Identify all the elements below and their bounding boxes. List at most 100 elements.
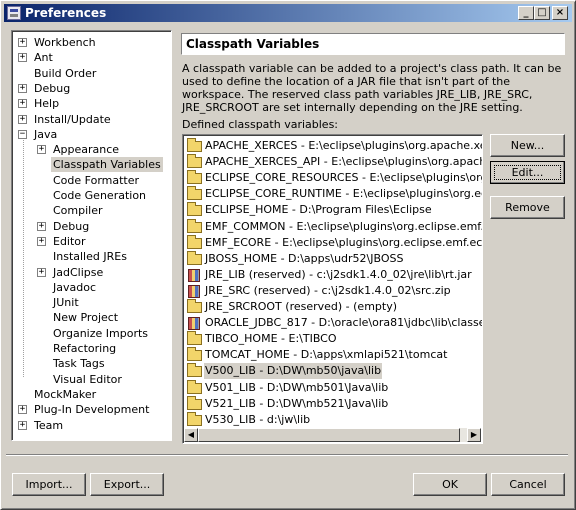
expand-icon[interactable]: + [18,38,27,47]
variable-text: ECLIPSE_HOME - D:\Program Files\Eclipse [205,203,432,217]
tree-item-label: Debug [53,219,90,233]
page-title: Classpath Variables [186,37,320,51]
folder-icon [187,218,202,233]
jar-icon [188,317,200,331]
scroll-thumb[interactable] [198,428,460,442]
tree-item-label: MockMaker [34,387,97,401]
close-button[interactable]: × [552,6,568,20]
variable-row[interactable]: TOMCAT_HOME - D:\apps\xmlapi521\tomcat [185,347,482,363]
scroll-left-icon[interactable]: ◀ [184,428,198,442]
jar-icon [188,268,200,282]
variable-row[interactable]: JRE_LIB (reserved) - c:\j2sdk1.4.0_02\jr… [185,267,482,283]
variable-text: V521_LIB - D:\DW\mb521\Java\lib [205,396,389,410]
app-icon [7,6,21,20]
variable-text: JRE_LIB (reserved) - c:\j2sdk1.4.0_02\jr… [205,267,472,281]
folder-icon [187,202,202,217]
folder-icon [187,138,202,152]
variable-text: V501_LIB - D:\DW\mb501\Java\lib [205,380,389,394]
tree-item-label: Code Formatter [53,173,140,187]
edit-button[interactable]: Edit... [490,161,565,184]
import-button[interactable]: Import... [12,473,86,496]
variable-text: ECLIPSE_CORE_RESOURCES - E:\eclipse\plug… [205,171,482,185]
classpath-variables-list[interactable]: V530_LIB - d:\jw\lib V521_LIB - D:\DW\mb5… [182,134,483,444]
expand-icon[interactable]: + [37,221,46,231]
tree-item-label: Javadoc [53,280,96,294]
expand-icon[interactable]: + [18,405,27,415]
page-header: Classpath Variables [181,33,565,55]
variable-text: APACHE_XERCES_API - E:\eclipse\plugins\o… [205,155,482,169]
collapse-icon[interactable]: − [18,129,27,139]
variable-row[interactable]: V521_LIB - D:\DW\mb521\Java\lib [185,395,482,412]
folder-icon [187,154,202,169]
variable-row[interactable]: ECLIPSE_HOME - D:\Program Files\Eclipse [185,202,482,218]
folder-icon [187,331,202,346]
tree-item-label: Workbench [34,36,96,49]
expand-icon[interactable]: + [37,236,46,246]
variable-text: TOMCAT_HOME - D:\apps\xmlapi521\tomcat [205,348,448,362]
variable-row[interactable]: V530_LIB - d:\jw\lib [185,411,482,428]
folder-icon [187,234,202,249]
variable-row[interactable]: V500_LIB - D:\DW\mb50\java\lib [185,363,482,380]
variable-row[interactable]: JRE_SRCROOT (reserved) - (empty) [185,299,482,315]
tree-item-label: Visual Editor [53,372,122,386]
variable-text: JRE_SRCROOT (reserved) - (empty) [205,300,398,313]
title-bar[interactable]: Preferences _ □ × [4,4,572,22]
variable-row[interactable]: ECLIPSE_CORE_RUNTIME - E:\eclipse\plugin… [185,186,482,202]
tree-item-label: Installed JREs [53,250,127,264]
variable-row[interactable]: EMF_COMMON - E:\eclipse\plugins\org.ecli… [185,218,482,235]
export-button[interactable]: Export... [90,473,164,496]
expand-icon[interactable]: + [37,145,46,155]
tree-item-label: JadClipse [53,265,104,279]
folder-icon [187,411,202,426]
variable-text: EMF_COMMON - E:\eclipse\plugins\org.ecli… [205,219,482,233]
variable-row[interactable]: ORACLE_JDBC_817 - D:\oracle\ora81\jdbc\l… [185,315,482,331]
tree-item-label: Task Tags [53,357,105,371]
variable-text: JRE_SRC (reserved) - c:\j2sdk1.4.0_02\sr… [205,283,451,297]
remove-button[interactable]: Remove [490,196,565,219]
variable-text: V500_LIB - D:\DW\mb50\java\lib [204,363,383,380]
tree-item-label: Ant [34,51,53,65]
preference-tree[interactable]: + Workbench + Ant Build Order + Debug + Help + Ins… [11,30,172,441]
minimize-button[interactable]: _ [518,6,534,20]
variable-text: V530_LIB - d:\jw\lib [205,412,311,426]
tree-item-label: New Project [53,311,119,325]
tree-item-label: Code Generation [53,189,147,202]
expand-icon[interactable]: + [18,114,27,124]
folder-icon [187,250,202,265]
expand-icon[interactable]: + [18,83,27,93]
page-description: A classpath variable can be added to a p… [182,62,562,114]
variable-row[interactable]: EMF_ECORE - E:\eclipse\plugins\org.eclip… [185,234,482,251]
maximize-button[interactable]: □ [534,6,550,20]
new-button[interactable]: New... [490,134,565,157]
tree-item-label: JUnit [53,296,79,310]
expand-icon[interactable]: + [37,267,46,277]
folder-icon [187,347,202,362]
variable-text: JBOSS_HOME - D:\apps\udr52\JBOSS [205,251,404,265]
expand-icon[interactable]: + [18,53,27,63]
variable-row[interactable]: ECLIPSE_CORE_RESOURCES - E:\eclipse\plug… [185,170,482,186]
variable-row[interactable]: APACHE_XERCES - E:\eclipse\plugins\org.a… [185,138,482,154]
tree-item-label: Build Order [34,66,97,80]
tree-item-label: Debug [34,81,71,95]
ok-button[interactable]: OK [413,473,487,496]
folder-icon [187,395,202,410]
folder-icon [187,186,202,201]
tree-item-label: Java [34,127,58,141]
variable-text: ECLIPSE_CORE_RUNTIME - E:\eclipse\plugin… [205,187,482,201]
variable-row[interactable]: V501_LIB - D:\DW\mb501\Java\lib [185,379,482,396]
folder-icon [187,379,202,394]
tree-item-label: Refactoring [53,342,117,355]
expand-icon[interactable]: + [18,99,27,109]
horizontal-scrollbar[interactable]: ◀ ▶ [184,428,481,442]
variable-row[interactable]: JBOSS_HOME - D:\apps\udr52\JBOSS [185,250,482,267]
list-label: Defined classpath variables: [182,118,339,131]
expand-icon[interactable]: + [18,420,27,430]
folder-icon [187,363,202,378]
variable-text: ORACLE_JDBC_817 - D:\oracle\ora81\jdbc\l… [205,316,482,330]
tree-item-label: Plug-In Development [34,403,150,417]
variable-row[interactable]: APACHE_XERCES_API - E:\eclipse\plugins\o… [185,154,482,170]
scroll-right-icon[interactable]: ▶ [467,428,481,442]
variable-row[interactable]: JRE_SRC (reserved) - c:\j2sdk1.4.0_02\sr… [185,283,482,299]
variable-row[interactable]: TIBCO_HOME - E:\TIBCO [185,331,482,347]
cancel-button[interactable]: Cancel [491,473,565,496]
